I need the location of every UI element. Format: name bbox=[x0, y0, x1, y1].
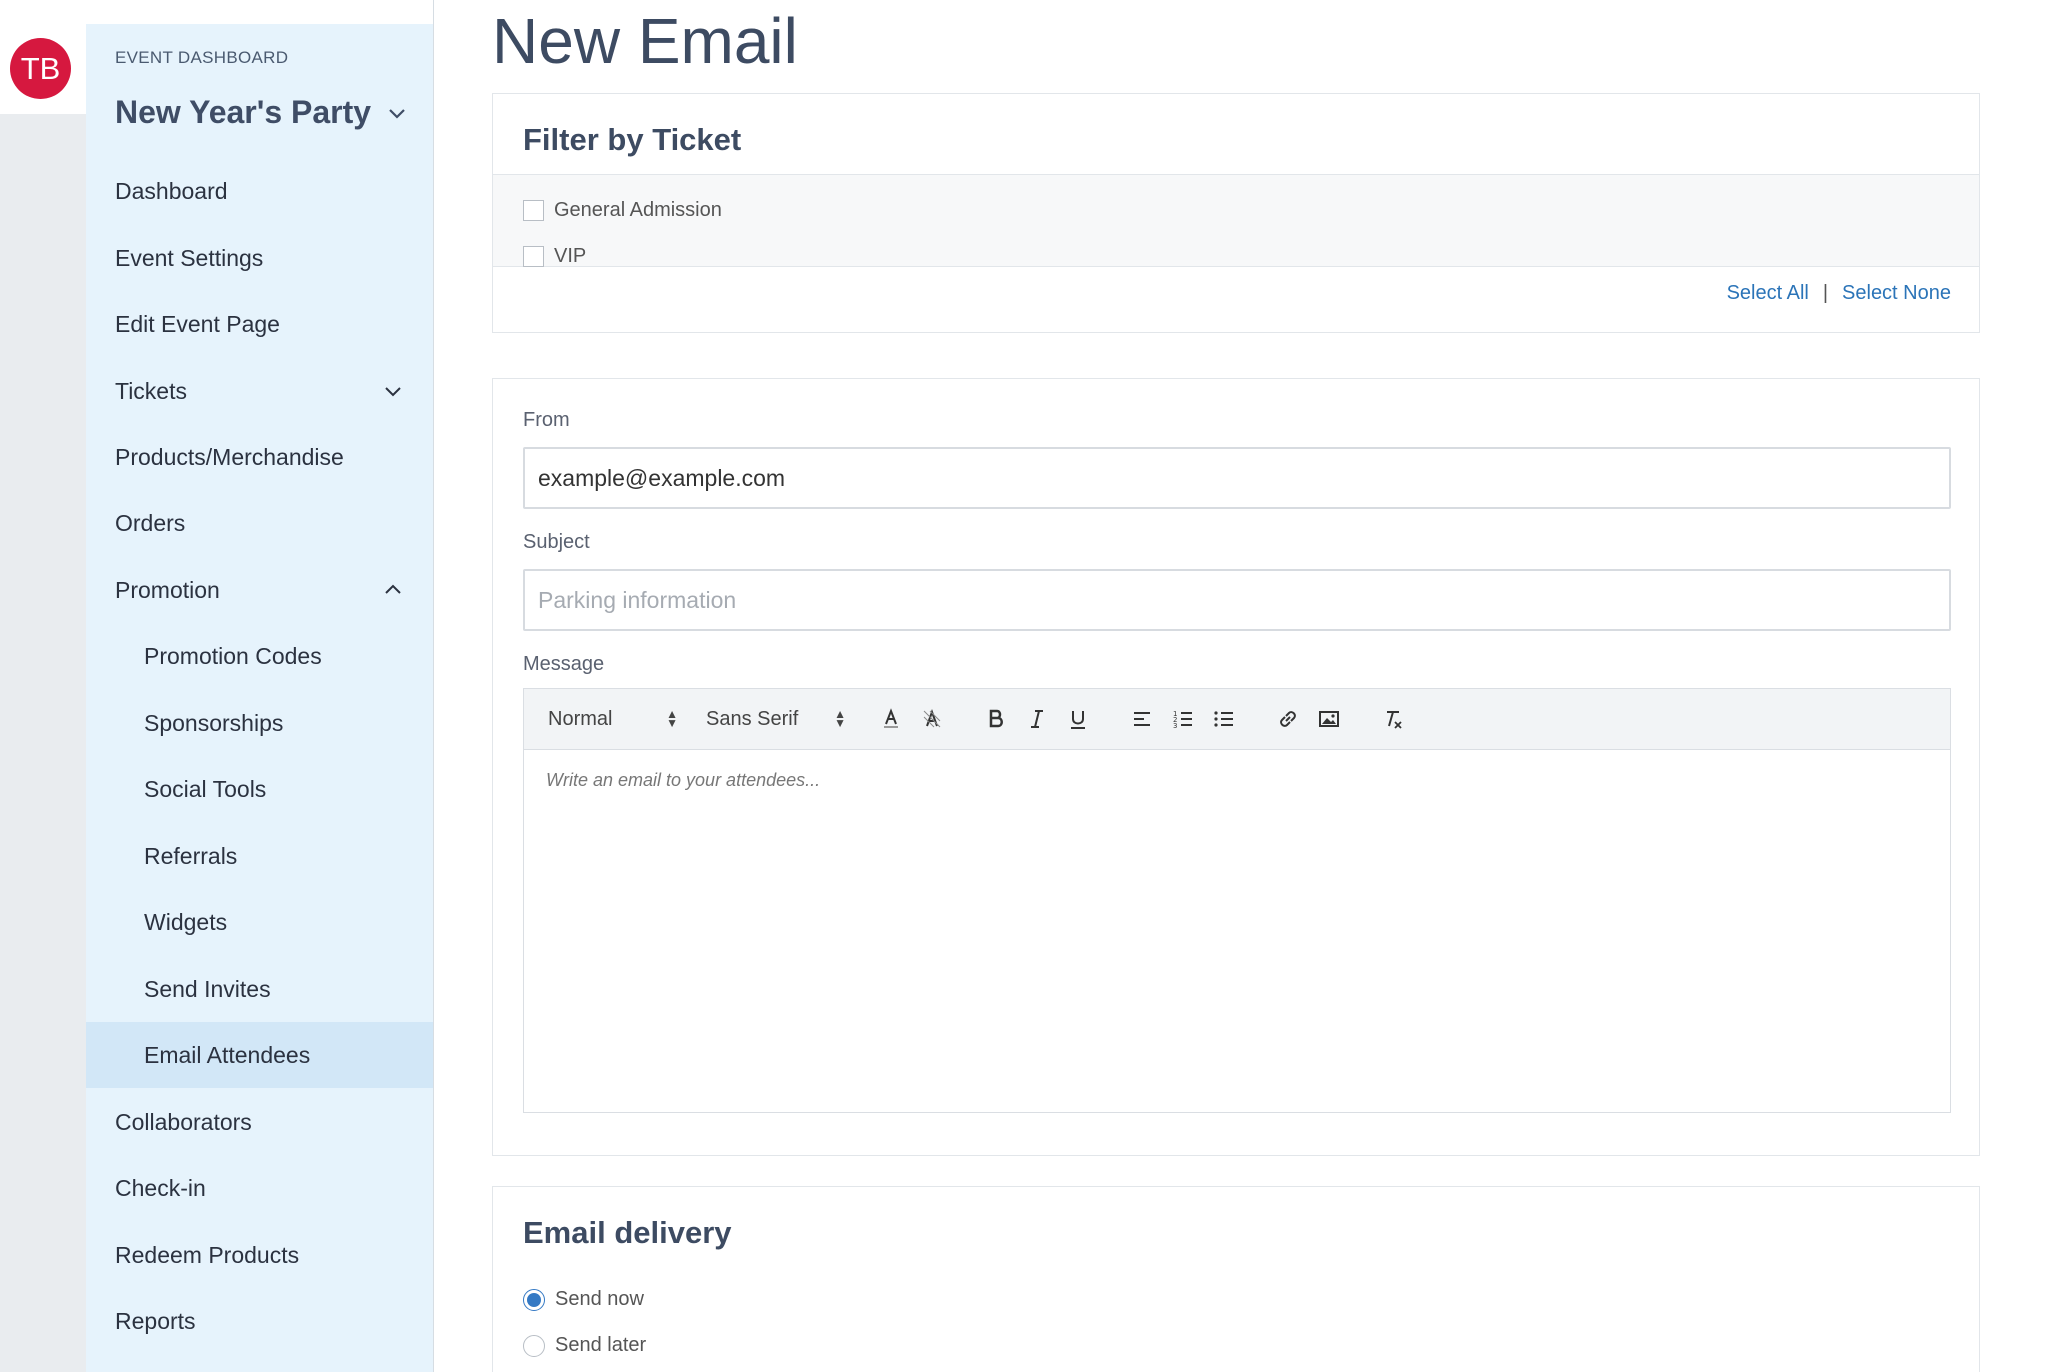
sidebar-item-label: Orders bbox=[115, 509, 186, 536]
sidebar-item-promotion[interactable]: Promotion bbox=[86, 557, 433, 623]
sidebar-item-label: Sponsorships bbox=[144, 709, 284, 736]
sidebar-item-label: Dashboard bbox=[115, 177, 228, 204]
sidebar-item-redeem-products[interactable]: Redeem Products bbox=[86, 1222, 433, 1288]
avatar[interactable]: TB bbox=[10, 38, 71, 99]
sidebar-item-label: Tickets bbox=[115, 377, 187, 404]
font-select-value: Sans Serif bbox=[706, 707, 799, 730]
chevron-up-icon bbox=[385, 584, 401, 594]
sidebar-item-label: Redeem Products bbox=[115, 1241, 300, 1268]
updown-icon: ▲ ▼ bbox=[666, 707, 678, 730]
bold-icon[interactable] bbox=[979, 702, 1013, 736]
sidebar-item-label: Event Settings bbox=[115, 244, 264, 271]
sidebar-item-products[interactable]: Products/Merchandise bbox=[86, 424, 433, 490]
event-dashboard-label: EVENT DASHBOARD bbox=[115, 48, 289, 67]
sidebar-top bbox=[86, 0, 434, 24]
message-label: Message bbox=[523, 653, 605, 675]
from-field[interactable]: example@example.com bbox=[523, 447, 1951, 509]
chevron-down-icon bbox=[385, 387, 401, 397]
email-delivery-card: Email delivery Send now Send later bbox=[492, 1186, 1980, 1372]
ticket-options: General Admission VIP bbox=[493, 175, 1979, 267]
sidebar-item-label: Promotion Codes bbox=[144, 642, 322, 669]
sidebar-item-label: Send Invites bbox=[144, 975, 271, 1002]
size-select-value: Normal bbox=[548, 707, 613, 730]
sidebar-item-edit-event-page[interactable]: Edit Event Page bbox=[86, 291, 433, 357]
sidebar-item-dashboard[interactable]: Dashboard bbox=[86, 158, 433, 224]
sidebar-item-collaborators[interactable]: Collaborators bbox=[86, 1089, 433, 1155]
sidebar-item-promotion-codes[interactable]: Promotion Codes bbox=[86, 623, 433, 689]
subject-input[interactable]: Parking information bbox=[523, 569, 1951, 631]
separator: | bbox=[1822, 282, 1829, 304]
send-later-option[interactable]: Send later bbox=[523, 1334, 646, 1357]
delivery-title: Email delivery bbox=[523, 1215, 732, 1250]
sidebar-item-orders[interactable]: Orders bbox=[86, 490, 433, 556]
sidebar-item-reports[interactable]: Reports bbox=[86, 1288, 433, 1354]
event-selector[interactable]: New Year's Party bbox=[115, 94, 407, 131]
bullet-list-icon[interactable] bbox=[1207, 702, 1241, 736]
email-form-card: From example@example.com Subject Parking… bbox=[492, 378, 1980, 1156]
font-select[interactable]: Sans Serif ▲ ▼ bbox=[706, 708, 846, 731]
radio-label: Send later bbox=[555, 1334, 647, 1356]
sidebar-item-check-in[interactable]: Check-in bbox=[86, 1155, 433, 1221]
checkbox[interactable] bbox=[523, 199, 544, 221]
subject-label: Subject bbox=[523, 531, 590, 553]
radio-label: Send now bbox=[555, 1288, 644, 1310]
sidebar-item-social-tools[interactable]: Social Tools bbox=[86, 756, 433, 822]
editor-toolbar: Normal ▲ ▼ Sans Serif ▲ ▼ 1 2 3 bbox=[524, 689, 1950, 750]
sidebar-item-referrals[interactable]: Referrals bbox=[86, 823, 433, 889]
chevron-down-icon bbox=[389, 108, 405, 119]
select-links: Select All | Select None bbox=[1727, 282, 1951, 305]
sidebar-item-event-settings[interactable]: Event Settings bbox=[86, 225, 433, 291]
radio[interactable] bbox=[523, 1334, 545, 1357]
sidebar-item-label: Email Attendees bbox=[144, 1041, 311, 1068]
ticket-option-general-admission[interactable]: General Admission bbox=[493, 187, 1979, 233]
sidebar-item-label: Social Tools bbox=[144, 775, 267, 802]
updown-icon: ▲ ▼ bbox=[834, 707, 846, 730]
sidebar-item-label: Collaborators bbox=[115, 1108, 252, 1135]
sidebar-item-tickets[interactable]: Tickets bbox=[86, 358, 433, 424]
select-all-link[interactable]: Select All bbox=[1727, 282, 1809, 305]
clear-formatting-icon[interactable] bbox=[1376, 702, 1410, 736]
select-none-link[interactable]: Select None bbox=[1842, 282, 1951, 305]
sidebar-item-label: Promotion bbox=[115, 576, 220, 603]
checkbox[interactable] bbox=[523, 245, 544, 267]
radio-selected[interactable] bbox=[523, 1288, 545, 1311]
sidebar-item-email-attendees[interactable]: Email Attendees bbox=[86, 1022, 433, 1088]
ordered-list-icon[interactable]: 123 bbox=[1166, 702, 1200, 736]
size-select[interactable]: Normal ▲ ▼ bbox=[548, 708, 678, 731]
background-color-icon[interactable] bbox=[915, 702, 949, 736]
text-color-icon[interactable] bbox=[874, 702, 908, 736]
ticket-option-label: General Admission bbox=[554, 198, 722, 221]
sidebar-item-label: Reports bbox=[115, 1307, 196, 1334]
sidebar-item-send-invites[interactable]: Send Invites bbox=[86, 956, 433, 1022]
italic-icon[interactable] bbox=[1020, 702, 1054, 736]
page-title: New Email bbox=[492, 5, 798, 77]
sidebar-item-label: Products/Merchandise bbox=[115, 443, 344, 470]
from-label: From bbox=[523, 409, 570, 431]
message-textarea[interactable]: Write an email to your attendees... bbox=[524, 750, 1950, 1113]
filter-header: Filter by Ticket bbox=[493, 94, 1979, 175]
svg-text:3: 3 bbox=[1173, 722, 1177, 730]
ticket-option-label: VIP bbox=[554, 244, 587, 267]
sidebar-item-label: Check-in bbox=[115, 1174, 206, 1201]
sidebar-item-sponsorships[interactable]: Sponsorships bbox=[86, 690, 433, 756]
sidebar-item-label: Referrals bbox=[144, 842, 238, 869]
send-now-option[interactable]: Send now bbox=[523, 1288, 644, 1311]
filter-card: Filter by Ticket General Admission VIP S… bbox=[492, 93, 1980, 333]
left-rail bbox=[0, 0, 86, 1372]
event-name: New Year's Party bbox=[115, 94, 372, 130]
link-icon[interactable] bbox=[1271, 702, 1305, 736]
message-editor: Normal ▲ ▼ Sans Serif ▲ ▼ 1 2 3 Write an… bbox=[523, 688, 1951, 1113]
image-icon[interactable] bbox=[1312, 702, 1346, 736]
sidebar-item-label: Widgets bbox=[144, 908, 228, 935]
filter-title: Filter by Ticket bbox=[523, 122, 742, 157]
sidebar-item-widgets[interactable]: Widgets bbox=[86, 889, 433, 955]
sidebar-item-label: Edit Event Page bbox=[115, 310, 280, 337]
underline-icon[interactable] bbox=[1061, 702, 1095, 736]
ticket-option-vip[interactable]: VIP bbox=[493, 233, 1979, 279]
align-icon[interactable] bbox=[1125, 702, 1159, 736]
